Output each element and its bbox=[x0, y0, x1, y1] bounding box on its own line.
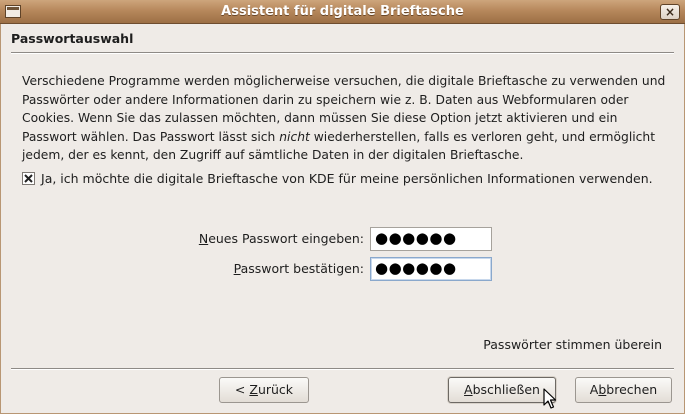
confirm-password-field[interactable]: ●●●●●● bbox=[370, 257, 492, 281]
description-emphasis: nicht bbox=[279, 129, 310, 144]
new-password-field[interactable]: ●●●●●● bbox=[370, 227, 492, 251]
password-match-status: Passwörter stimmen überein bbox=[483, 337, 662, 352]
title-bar[interactable]: Assistent für digitale Brieftasche × bbox=[0, 0, 685, 24]
footer-divider bbox=[11, 368, 674, 370]
opt-in-checkbox[interactable] bbox=[22, 172, 35, 185]
mouse-pointer-icon bbox=[543, 388, 557, 409]
header-divider bbox=[11, 52, 674, 54]
page-title: Passwortauswahl bbox=[11, 31, 134, 46]
opt-in-label[interactable]: Ja, ich möchte die digitale Brieftasche … bbox=[41, 171, 653, 186]
back-button[interactable]: < Zurück bbox=[219, 377, 309, 403]
window-title: Assistent für digitale Brieftasche bbox=[221, 4, 464, 19]
checkmark-icon bbox=[24, 174, 33, 183]
cancel-button[interactable]: Abbrechen bbox=[575, 377, 672, 403]
close-icon[interactable]: × bbox=[660, 4, 680, 20]
confirm-password-label: Passwort bestätigen: bbox=[233, 261, 364, 276]
new-password-label: Neues Passwort eingeben: bbox=[198, 231, 364, 246]
description-text: Verschiedene Programme werden möglicherw… bbox=[22, 72, 667, 165]
finish-button[interactable]: Abschließen bbox=[448, 377, 556, 403]
